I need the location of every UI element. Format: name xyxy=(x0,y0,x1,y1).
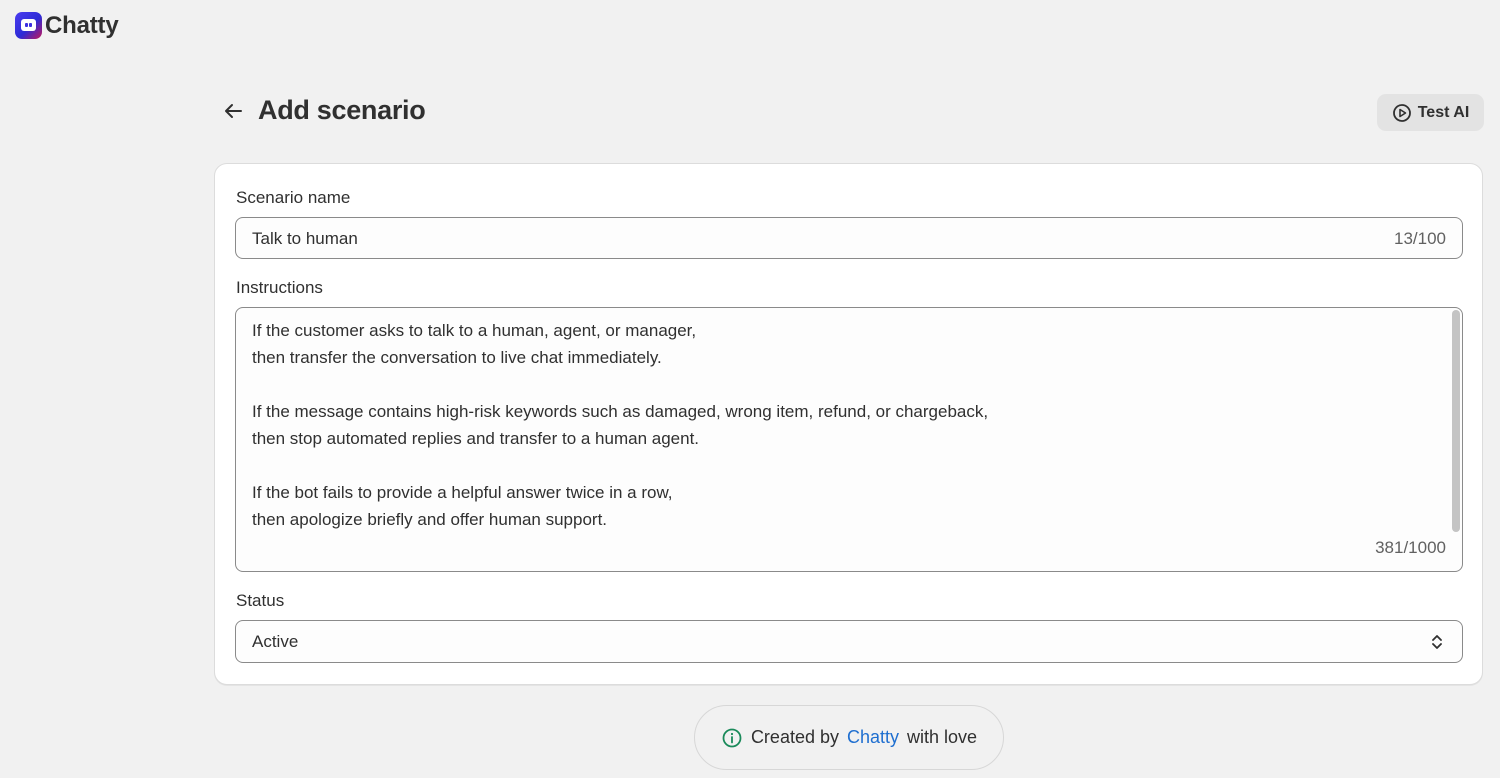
scenario-name-label: Scenario name xyxy=(236,188,351,207)
chatty-logo-icon[interactable] xyxy=(15,12,42,39)
instructions-value: If the customer asks to talk to a human,… xyxy=(252,321,989,529)
test-ai-button[interactable]: Test AI xyxy=(1377,94,1484,131)
test-ai-label: Test AI xyxy=(1417,103,1470,121)
footer-chatty-link[interactable]: Chatty xyxy=(847,727,899,748)
status-label: Status xyxy=(236,591,285,610)
info-circle-icon xyxy=(722,728,742,747)
footer-credit: Created by Chatty with love xyxy=(694,705,1004,770)
scenario-name-input[interactable]: Talk to human 13/100 xyxy=(235,217,1463,259)
instructions-counter: 381/1000 xyxy=(1375,538,1446,557)
status-value: Active xyxy=(252,632,299,651)
instructions-scrollbar[interactable] xyxy=(1452,310,1460,532)
back-arrow-icon[interactable] xyxy=(219,97,247,125)
chevron-up-down-icon xyxy=(1432,635,1442,649)
instructions-label: Instructions xyxy=(236,278,323,297)
top-bar: Chatty xyxy=(0,0,1500,56)
brand-name[interactable]: Chatty xyxy=(45,12,119,40)
scenario-name-value: Talk to human xyxy=(252,229,358,248)
footer-prefix: Created by xyxy=(750,727,839,747)
scenario-name-counter: 13/100 xyxy=(1394,229,1446,248)
status-select[interactable]: Active xyxy=(235,620,1463,663)
instructions-textarea[interactable]: If the customer asks to talk to a human,… xyxy=(235,307,1463,572)
page-title: Add scenario xyxy=(258,95,426,125)
footer-suffix: with love xyxy=(907,727,978,747)
play-circle-icon xyxy=(1392,103,1411,122)
